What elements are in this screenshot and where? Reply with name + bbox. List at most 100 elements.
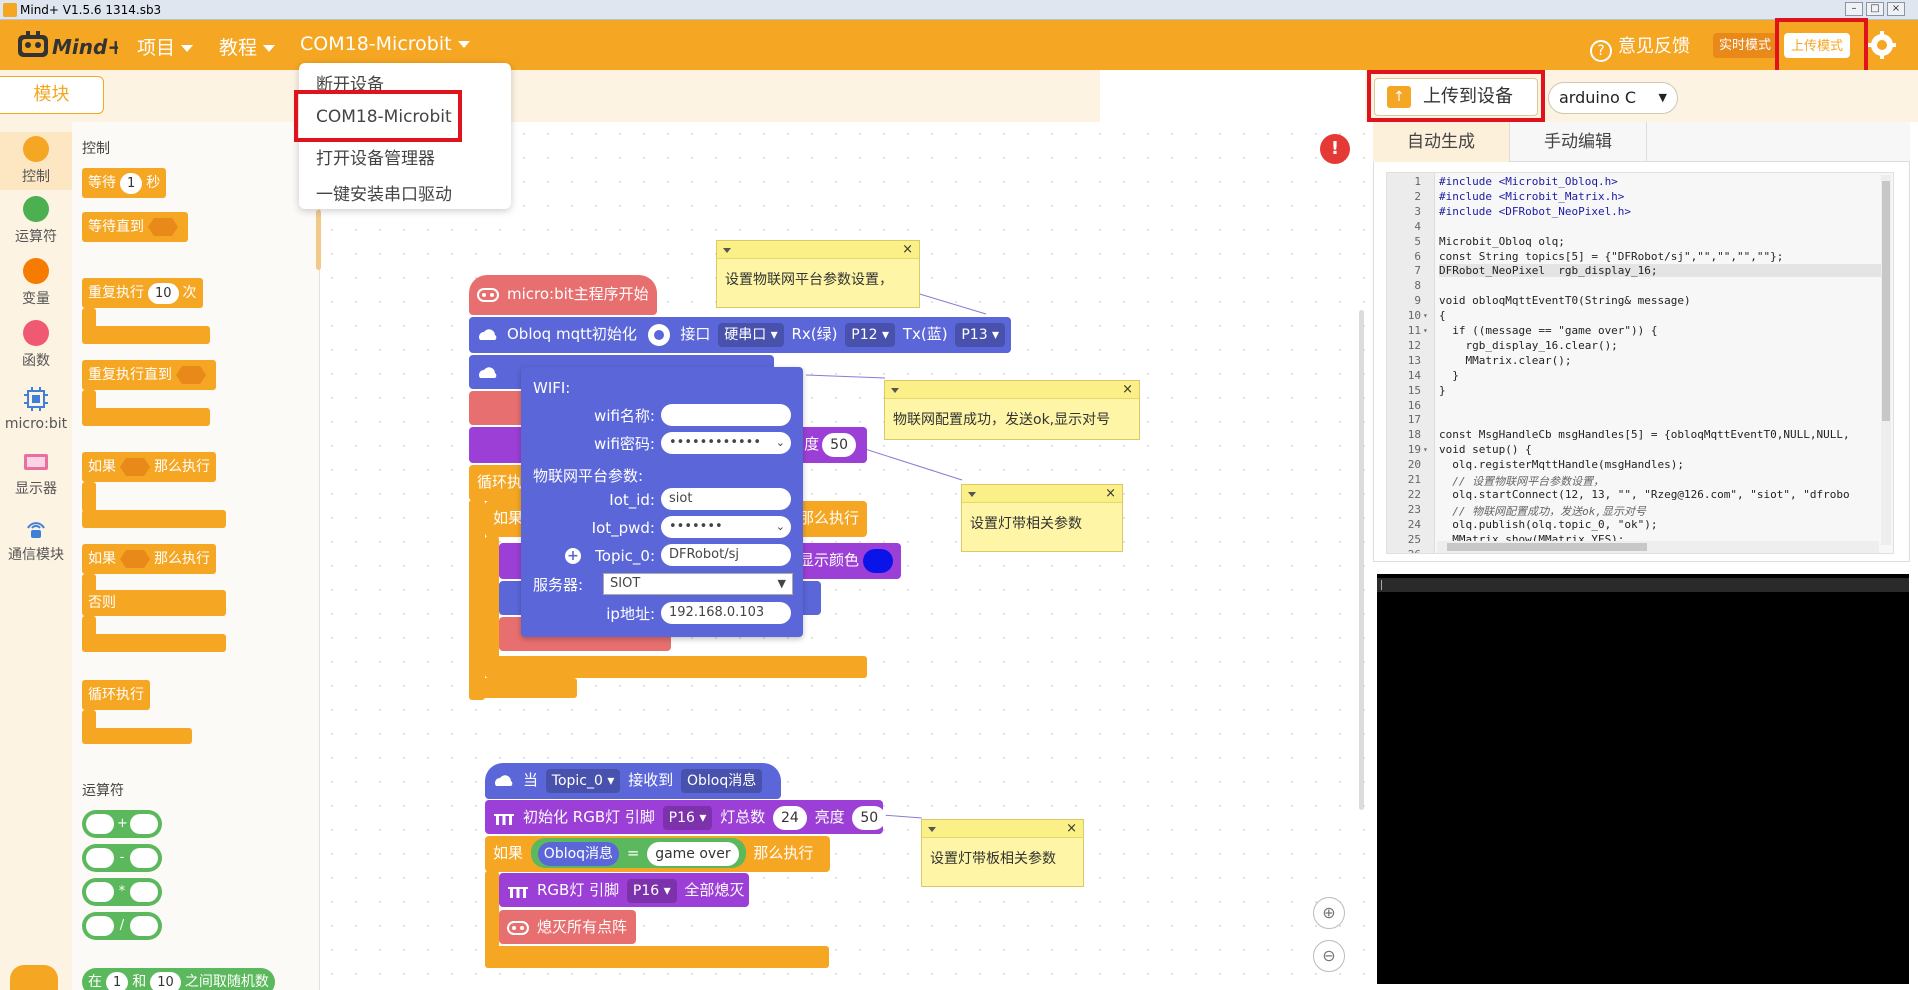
- line-number: 19: [1407, 443, 1421, 457]
- code-line: rgb_display_16.clear();: [1439, 338, 1618, 352]
- chevron-down-icon[interactable]: ⌄: [776, 432, 785, 454]
- rgb-strip-icon: [494, 813, 514, 825]
- ip-input[interactable]: 192.168.0.103: [661, 602, 791, 624]
- block-matrix-show[interactable]: [469, 391, 529, 425]
- server-select[interactable]: SIOT ▼: [603, 573, 793, 595]
- code-tabs: 自动生成 手动编辑: [1373, 122, 1910, 162]
- chevron-down-icon[interactable]: ⌄: [776, 516, 785, 538]
- console-input-line[interactable]: [1377, 578, 1909, 592]
- line-number: 6: [1414, 249, 1421, 263]
- comment-board-params-text: 设置灯带板相关参数: [930, 851, 1056, 867]
- comment-iot-params[interactable]: × 设置物联网平台参数设置，: [716, 240, 920, 308]
- ssid-row: wifi名称:: [521, 404, 803, 430]
- block-main-hat[interactable]: micro:bit主程序开始: [469, 275, 657, 315]
- language-select[interactable]: arduino C ▼: [1548, 82, 1678, 114]
- chevron-down-icon: ▼: [777, 577, 786, 590]
- if-main-arm: [485, 536, 499, 676]
- cond-right[interactable]: game over: [647, 842, 739, 866]
- comment-board-params[interactable]: × 设置灯带板相关参数: [921, 819, 1084, 887]
- brightness-frag: 度: [804, 435, 820, 453]
- port-dropdown[interactable]: 硬串口 ▾: [718, 323, 784, 347]
- add-topic-icon[interactable]: +: [565, 548, 581, 564]
- topic-input[interactable]: DFRobot/sj: [661, 544, 791, 566]
- fold-toggle-icon[interactable]: ▾: [1423, 326, 1428, 335]
- close-icon[interactable]: ×: [1122, 381, 1133, 399]
- tx-dropdown[interactable]: P13 ▾: [955, 323, 1006, 347]
- iotpwd-value: •••••••: [669, 519, 723, 534]
- line-number: 26: [1407, 547, 1421, 554]
- serial-console[interactable]: [1377, 574, 1909, 984]
- comment-config-ok[interactable]: × 物联网配置成功，发送ok,显示对号: [884, 380, 1140, 440]
- code-line: }: [1439, 383, 1446, 397]
- microbit-icon: [507, 920, 529, 935]
- menu-item-install-driver[interactable]: 一键安装串口驱动: [316, 180, 452, 205]
- platform-heading: 物联网平台参数:: [533, 467, 644, 485]
- code-line: MMatrix.clear();: [1439, 353, 1572, 367]
- pwd-input[interactable]: •••••••••••• ⌄: [661, 432, 791, 454]
- rgb-count-label: 灯总数: [720, 808, 766, 826]
- comment-iot-params-text: 设置物联网平台参数设置，: [725, 272, 893, 288]
- brightness-num[interactable]: 50: [822, 433, 856, 457]
- iotid-input[interactable]: siot: [661, 488, 791, 510]
- rgb-bright[interactable]: 50: [852, 806, 887, 830]
- iotid-label: Iot_id:: [609, 491, 655, 509]
- close-icon[interactable]: ×: [1066, 820, 1077, 838]
- topic-value: Topic_0: [551, 773, 603, 789]
- line-number: 8: [1414, 279, 1421, 293]
- code-editor[interactable]: 1 #include <Microbit_Obloq.h> 2 #include <M…: [1386, 172, 1894, 554]
- line-number: 17: [1407, 413, 1421, 427]
- block-rgb-init[interactable]: 初始化 RGB灯 引脚 P16 ▾ 灯总数 24 亮度 50: [485, 800, 887, 834]
- tab-auto-generate[interactable]: 自动生成: [1373, 122, 1510, 162]
- if-main-foot: [485, 656, 867, 678]
- menu-item-device-manager[interactable]: 打开设备管理器: [316, 144, 435, 169]
- tx-value: P13: [961, 327, 988, 343]
- block-obloq-init[interactable]: Obloq mqtt初始化 接口 硬串口 ▾ Rx(绿) P12 ▾ Tx(蓝)…: [469, 317, 1011, 353]
- iotpwd-label: Iot_pwd:: [591, 519, 655, 537]
- tx-label: Tx(蓝): [902, 325, 948, 343]
- color-swatch[interactable]: [863, 548, 893, 573]
- iotpwd-input[interactable]: ••••••• ⌄: [661, 516, 791, 538]
- rx-label: Rx(绿): [791, 325, 838, 343]
- if-frag: 如果: [493, 509, 524, 527]
- wifi-settings-gear-icon[interactable]: [647, 323, 670, 346]
- fold-toggle-icon[interactable]: ▾: [1423, 311, 1428, 320]
- line-number: 2: [1414, 189, 1421, 203]
- line-number: 15: [1407, 383, 1421, 397]
- iotid-row: Iot_id: siot: [521, 488, 803, 514]
- editor-vscroll[interactable]: [1881, 175, 1891, 545]
- ssid-input[interactable]: [661, 404, 791, 426]
- fold-toggle-icon[interactable]: ▾: [1423, 445, 1428, 454]
- editor-hscroll[interactable]: [1437, 541, 1879, 553]
- rgb-off-pin-dropdown[interactable]: P16 ▾: [626, 879, 677, 903]
- block-if-event[interactable]: 如果 Obloq消息 = game over 那么执行: [485, 836, 830, 872]
- block-forever-main[interactable]: 循环执: [469, 465, 529, 501]
- main-hat-label: micro:bit主程序开始: [507, 285, 649, 303]
- comment-strip-params[interactable]: × 设置灯带相关参数: [961, 484, 1123, 552]
- tab-manual-edit[interactable]: 手动编辑: [1510, 122, 1647, 162]
- server-value: SIOT: [610, 576, 641, 591]
- wifi-cloud-icon: [479, 366, 497, 378]
- rgb-pin-dropdown[interactable]: P16 ▾: [662, 806, 713, 830]
- pwd-row: wifi密码: •••••••••••• ⌄: [521, 432, 803, 458]
- equals-condition[interactable]: Obloq消息 = game over: [530, 838, 746, 868]
- rgb-count[interactable]: 24: [772, 806, 807, 830]
- code-line: // 物联网配置成功，发送ok,显示对号: [1439, 504, 1646, 518]
- ip-row: ip地址: 192.168.0.103: [521, 602, 803, 628]
- line-number: 25: [1407, 532, 1421, 546]
- line-number: 4: [1414, 219, 1421, 233]
- close-icon[interactable]: ×: [1105, 485, 1116, 503]
- block-matrix-clear[interactable]: 熄灭所有点阵: [499, 910, 636, 944]
- close-icon[interactable]: ×: [902, 241, 913, 259]
- line-number: 5: [1414, 234, 1421, 248]
- topic-dropdown[interactable]: Topic_0 ▾: [545, 769, 621, 793]
- rx-dropdown[interactable]: P12 ▾: [845, 323, 896, 347]
- block-rgb-off[interactable]: RGB灯 引脚 P16 ▾ 全部熄灭: [499, 873, 749, 907]
- line-number: 3: [1414, 204, 1421, 218]
- pwd-label: wifi密码:: [594, 435, 655, 453]
- server-label: 服务器:: [533, 576, 584, 594]
- code-line: #include <DFRobot_NeoPixel.h>: [1439, 204, 1632, 218]
- topic-row: + Topic_0: DFRobot/sj: [521, 544, 803, 570]
- block-event-hat[interactable]: 当 Topic_0 ▾ 接收到 Obloq消息: [485, 763, 781, 799]
- event-received: 接收到: [628, 771, 674, 789]
- line-number: 7: [1414, 264, 1421, 278]
